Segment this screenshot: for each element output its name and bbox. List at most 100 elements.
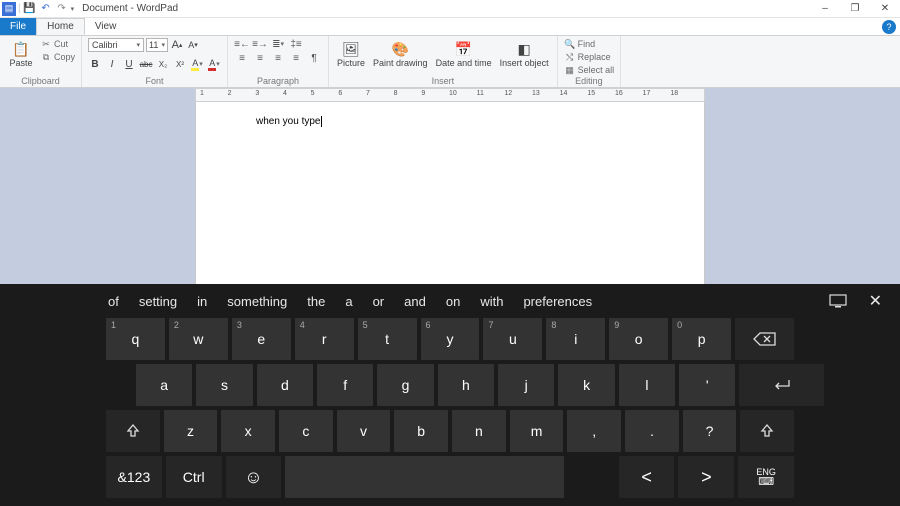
minimize-button[interactable]: – — [810, 0, 840, 18]
tab-home[interactable]: Home — [36, 18, 85, 35]
key-right[interactable]: > — [678, 456, 734, 498]
undo-icon[interactable]: ↶ — [39, 2, 53, 16]
key-language[interactable]: ENG⌨ — [738, 456, 794, 498]
key-a[interactable]: a — [136, 364, 192, 406]
line-spacing-button[interactable]: ‡≡ — [288, 38, 304, 50]
align-right-button[interactable]: ≡ — [270, 52, 286, 64]
key-'[interactable]: ' — [679, 364, 735, 406]
justify-button[interactable]: ≡ — [288, 52, 304, 64]
select-all-button[interactable]: ▦Select all — [564, 64, 615, 76]
tab-view[interactable]: View — [85, 18, 127, 35]
bullets-button[interactable]: ≣▾ — [270, 38, 286, 50]
suggestion-on[interactable]: on — [446, 294, 460, 309]
suggestion-preferences[interactable]: preferences — [523, 294, 592, 309]
font-size-select[interactable]: 11▾ — [146, 38, 168, 52]
find-button[interactable]: 🔍Find — [564, 38, 615, 50]
key-m[interactable]: m — [510, 410, 564, 452]
key-shift-left[interactable] — [106, 410, 160, 452]
key-x[interactable]: x — [221, 410, 275, 452]
italic-button[interactable]: I — [105, 57, 119, 71]
key-z[interactable]: z — [164, 410, 218, 452]
subscript-button[interactable]: X₂ — [156, 57, 170, 71]
suggestion-setting[interactable]: setting — [139, 294, 177, 309]
key-left[interactable]: < — [619, 456, 675, 498]
redo-icon[interactable]: ↷ — [55, 2, 69, 16]
save-icon[interactable]: 💾 — [23, 2, 37, 16]
cut-button[interactable]: ✂Cut — [40, 38, 75, 50]
key-shift-right[interactable] — [740, 410, 794, 452]
grow-font-button[interactable]: A▴ — [170, 38, 184, 52]
ruler[interactable]: 123456789101112131415161718 — [195, 88, 705, 102]
maximize-button[interactable]: ❐ — [840, 0, 870, 18]
suggestion-something[interactable]: something — [227, 294, 287, 309]
key-backspace[interactable] — [735, 318, 794, 360]
shrink-font-button[interactable]: A▾ — [186, 38, 200, 52]
suggestion-of[interactable]: of — [108, 294, 119, 309]
datetime-button[interactable]: 📅Date and time — [434, 38, 494, 68]
key-g[interactable]: g — [377, 364, 433, 406]
keyboard-dock-icon[interactable] — [829, 294, 847, 308]
align-center-button[interactable]: ≡ — [252, 52, 268, 64]
key-enter[interactable] — [739, 364, 824, 406]
key-q[interactable]: 1q — [106, 318, 165, 360]
insert-object-button[interactable]: ◧Insert object — [498, 38, 551, 68]
key-ctrl[interactable]: Ctrl — [166, 456, 222, 498]
align-left-button[interactable]: ≡ — [234, 52, 250, 64]
tab-file[interactable]: File — [0, 18, 36, 35]
key-y[interactable]: 6y — [421, 318, 480, 360]
calendar-icon: 📅 — [455, 40, 473, 58]
suggestion-in[interactable]: in — [197, 294, 207, 309]
font-name-select[interactable]: Calibri▾ — [88, 38, 144, 52]
superscript-button[interactable]: X² — [173, 57, 187, 71]
suggestion-a[interactable]: a — [345, 294, 352, 309]
key-l[interactable]: l — [619, 364, 675, 406]
keyboard-close-icon[interactable]: ✕ — [869, 291, 882, 311]
suggestion-and[interactable]: and — [404, 294, 426, 309]
key-f[interactable]: f — [317, 364, 373, 406]
key-h[interactable]: h — [438, 364, 494, 406]
font-color-button[interactable]: A▾ — [207, 57, 221, 71]
paragraph-dialog-button[interactable]: ¶ — [306, 52, 322, 64]
underline-button[interactable]: U — [122, 57, 136, 71]
key-n[interactable]: n — [452, 410, 506, 452]
picture-button[interactable]: 🖼Picture — [335, 38, 367, 68]
help-button[interactable]: ? — [882, 20, 896, 34]
key-s[interactable]: s — [196, 364, 252, 406]
key-c[interactable]: c — [279, 410, 333, 452]
key-u[interactable]: 7u — [483, 318, 542, 360]
key-p[interactable]: 0p — [672, 318, 731, 360]
key-question[interactable]: ? — [683, 410, 737, 452]
key-d[interactable]: d — [257, 364, 313, 406]
key-k[interactable]: k — [558, 364, 614, 406]
key-period[interactable]: . — [625, 410, 679, 452]
suggestion-or[interactable]: or — [373, 294, 385, 309]
key-numsym[interactable]: &123 — [106, 456, 162, 498]
close-button[interactable]: ✕ — [870, 0, 900, 18]
key-space[interactable] — [285, 456, 564, 498]
replace-button[interactable]: ⤭Replace — [564, 51, 615, 63]
qat-customize[interactable]: ▾ — [71, 5, 75, 13]
suggestion-with[interactable]: with — [480, 294, 503, 309]
key-v[interactable]: v — [337, 410, 391, 452]
suggestion-the[interactable]: the — [307, 294, 325, 309]
paint-button[interactable]: 🎨Paint drawing — [371, 38, 430, 68]
key-comma[interactable]: , — [567, 410, 621, 452]
document-page[interactable]: when you type — [195, 102, 705, 292]
highlight-button[interactable]: A▾ — [190, 57, 204, 71]
app-icon[interactable]: ▤ — [2, 2, 16, 16]
strike-button[interactable]: abc — [139, 57, 153, 71]
key-w[interactable]: 2w — [169, 318, 228, 360]
key-i[interactable]: 8i — [546, 318, 605, 360]
decrease-indent-button[interactable]: ≡← — [234, 38, 250, 50]
key-e[interactable]: 3e — [232, 318, 291, 360]
key-t[interactable]: 5t — [358, 318, 417, 360]
bold-button[interactable]: B — [88, 57, 102, 71]
copy-button[interactable]: ⧉Copy — [40, 51, 75, 63]
key-r[interactable]: 4r — [295, 318, 354, 360]
key-emoji[interactable]: ☺ — [226, 456, 282, 498]
paste-button[interactable]: 📋 Paste — [6, 38, 36, 68]
key-j[interactable]: j — [498, 364, 554, 406]
increase-indent-button[interactable]: ≡→ — [252, 38, 268, 50]
key-o[interactable]: 9o — [609, 318, 668, 360]
key-b[interactable]: b — [394, 410, 448, 452]
